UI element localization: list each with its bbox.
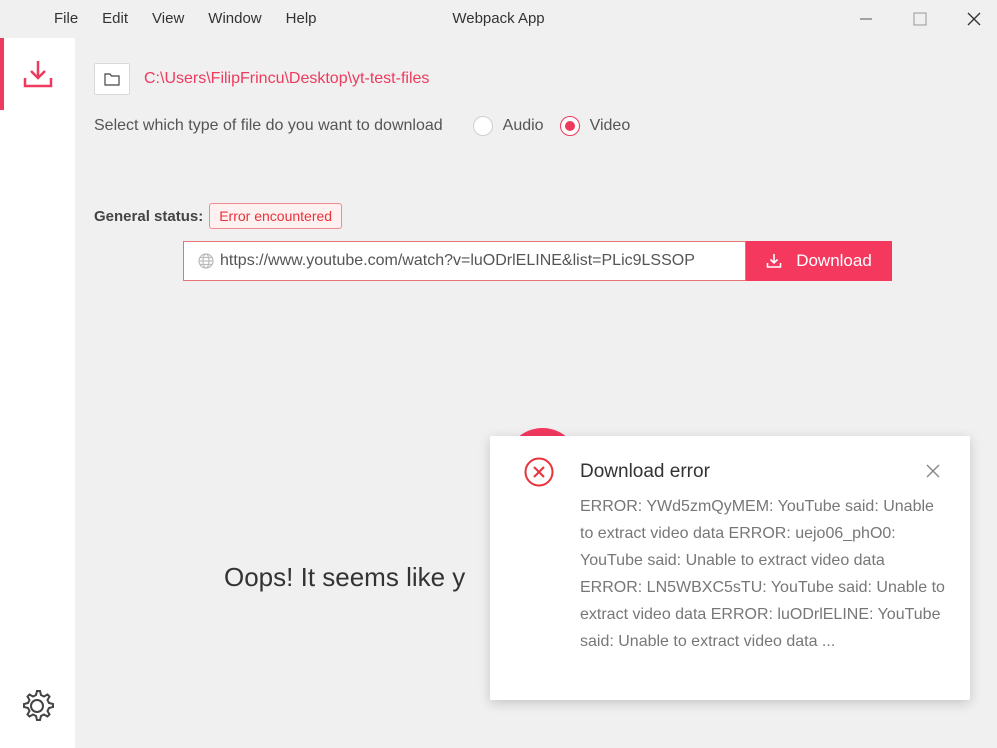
- title-bar: File Edit View Window Help Webpack App: [0, 0, 997, 38]
- status-label: General status:: [94, 207, 204, 225]
- error-notification: Download error ERROR: YWd5zmQyMEM: YouTu…: [490, 436, 970, 700]
- download-button-label: Download: [796, 251, 872, 270]
- folder-icon: [104, 73, 120, 86]
- menu-window[interactable]: Window: [196, 0, 273, 38]
- file-type-prompt: Select which type of file do you want to…: [94, 117, 443, 134]
- close-window-button[interactable]: [950, 0, 997, 38]
- notification-title: Download error: [580, 461, 710, 482]
- download-icon: [23, 61, 52, 88]
- maximize-icon: [913, 12, 926, 26]
- sidebar-item-settings[interactable]: [16, 685, 58, 727]
- radio-audio-circle[interactable]: [472, 116, 493, 136]
- menu-view[interactable]: View: [140, 0, 196, 38]
- menu-edit[interactable]: Edit: [90, 0, 140, 38]
- radio-audio-label: Audio: [502, 117, 544, 134]
- sidebar-item-download[interactable]: [0, 38, 75, 110]
- sidebar: [0, 38, 75, 748]
- file-type-selector: Select which type of file do you want to…: [94, 115, 630, 137]
- url-input[interactable]: [220, 252, 740, 270]
- download-icon: [766, 254, 782, 268]
- url-input-group: Download: [183, 241, 892, 281]
- globe-icon: [198, 253, 214, 269]
- maximize-button[interactable]: [896, 0, 943, 38]
- menu-bar: File Edit View Window Help: [42, 0, 329, 38]
- close-icon: [967, 12, 980, 26]
- window-controls: [835, 0, 997, 38]
- active-indicator: [0, 38, 4, 110]
- url-field-wrapper[interactable]: [183, 241, 746, 281]
- close-icon[interactable]: [925, 463, 941, 479]
- download-button[interactable]: Download: [746, 241, 892, 281]
- gear-icon: [23, 690, 54, 721]
- error-icon: [524, 457, 554, 487]
- status-badge: Error encountered: [209, 203, 343, 229]
- empty-state-message: Oops! It seems like y: [224, 562, 466, 592]
- minimize-icon: [859, 18, 872, 20]
- minimize-button[interactable]: [842, 0, 889, 38]
- radio-audio[interactable]: Audio: [472, 116, 544, 136]
- general-status: General status: Error encountered: [94, 202, 343, 230]
- folder-path-link[interactable]: C:\Users\FilipFrincu\Desktop\yt-test-fil…: [144, 68, 429, 90]
- menu-help[interactable]: Help: [274, 0, 329, 38]
- menu-file[interactable]: File: [42, 0, 90, 38]
- notification-message: ERROR: YWd5zmQyMEM: YouTube said: Unable…: [580, 498, 945, 650]
- radio-video[interactable]: Video: [559, 116, 631, 136]
- radio-video-label: Video: [589, 117, 631, 134]
- choose-folder-button[interactable]: [94, 63, 130, 95]
- radio-video-circle[interactable]: [559, 116, 580, 136]
